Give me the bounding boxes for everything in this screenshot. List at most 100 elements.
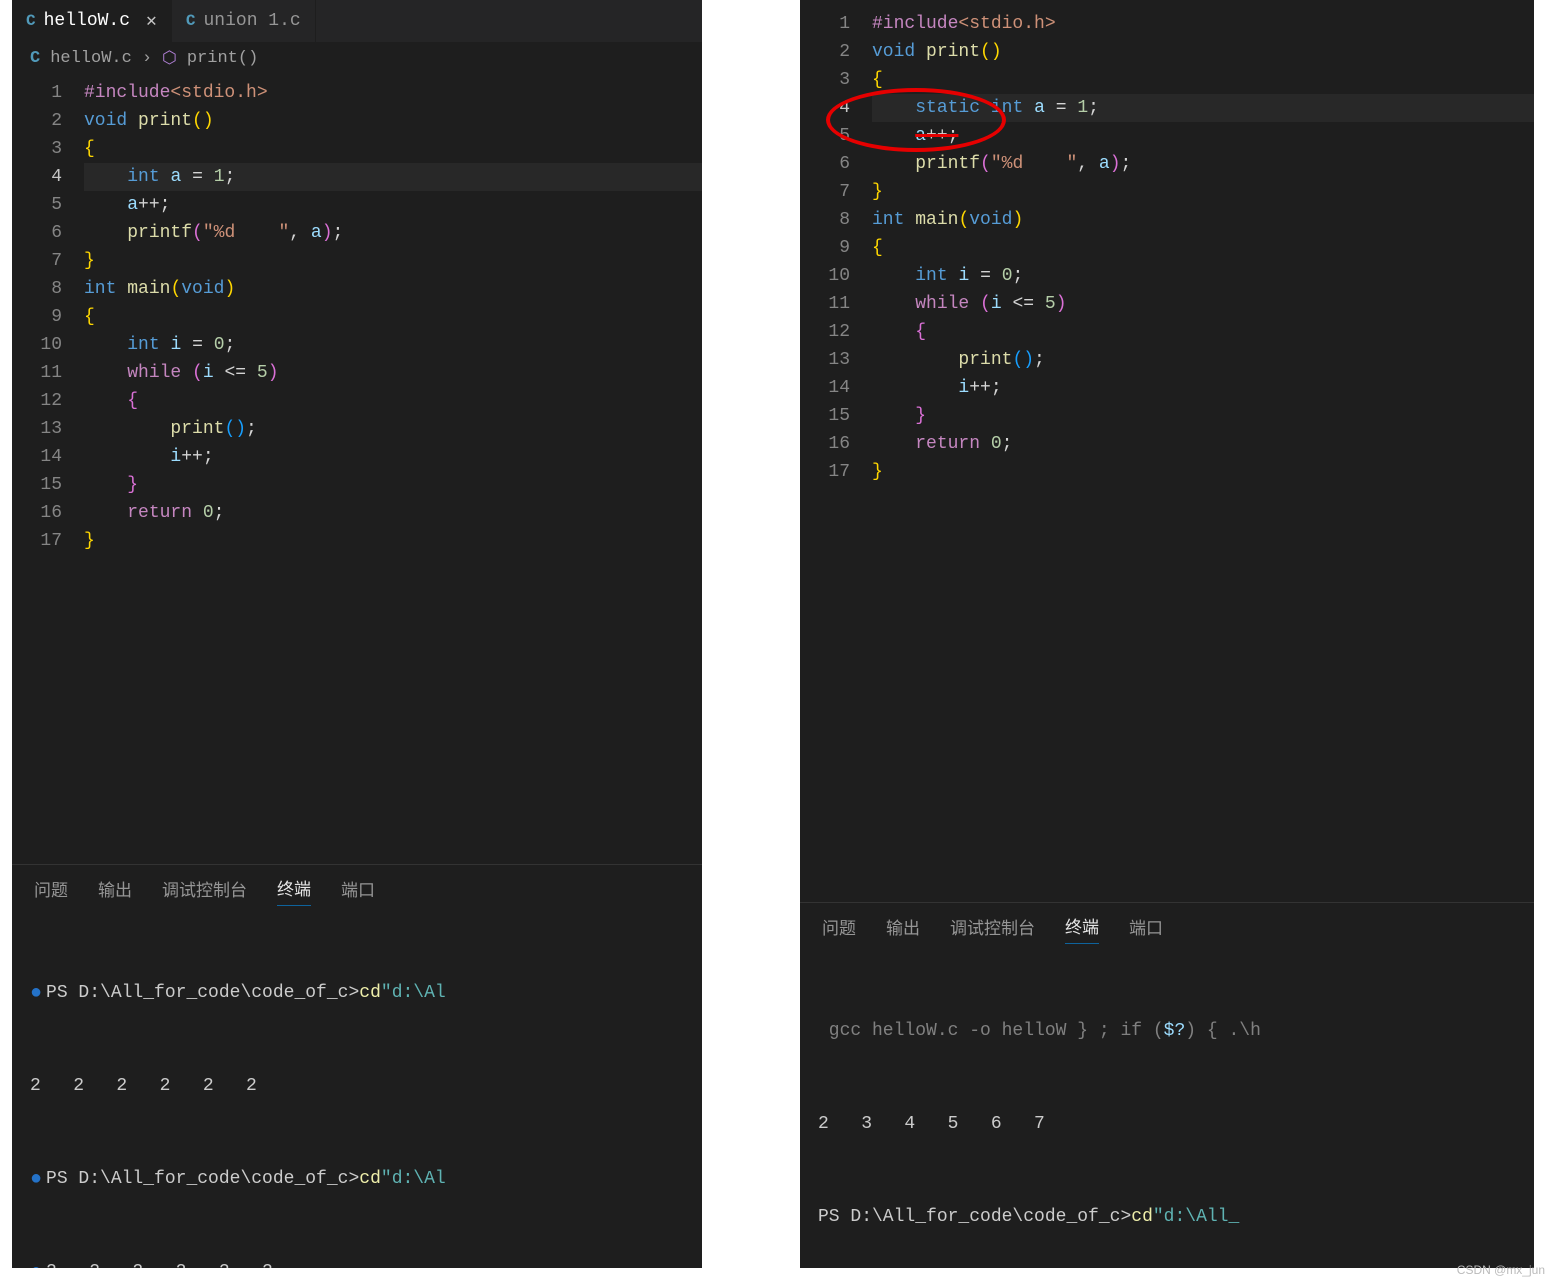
tab-union[interactable]: C union 1.c (172, 0, 316, 42)
code-line: #include<stdio.h> (84, 79, 702, 107)
code-editor[interactable]: 1 2 3 4 5 6 7 8 9 10 11 12 13 14 15 16 1… (12, 75, 702, 555)
tab-label: union 1.c (203, 11, 300, 31)
panel-tabs: 问题 输出 调试控制台 终端 端口 (12, 864, 702, 914)
line-gutter: 1 2 3 4 5 6 7 8 9 10 11 12 13 14 15 16 1… (12, 79, 84, 555)
breadcrumb-file: helloW.c (50, 49, 132, 68)
terminal-line: 2 3 4 5 6 7 (818, 1109, 1516, 1140)
code-line: while (i <= 5) (872, 290, 1534, 318)
line-number: 1 (12, 79, 62, 107)
panel-tab-debug[interactable]: 调试控制台 (162, 876, 247, 906)
code-line: printf("%d ", a); (872, 150, 1534, 178)
line-number: 17 (12, 527, 62, 555)
panel-tabs: 问题 输出 调试控制台 终端 端口 (800, 902, 1534, 952)
watermark: CSDN @mx_jun (1457, 1263, 1545, 1277)
code-line: } (84, 527, 702, 555)
code-line: void print() (872, 38, 1534, 66)
code-area[interactable]: #include<stdio.h> void print() { static … (872, 10, 1534, 486)
line-number: 13 (12, 415, 62, 443)
line-number: 3 (12, 135, 62, 163)
code-editor[interactable]: 1 2 3 4 5 6 7 8 9 10 11 12 13 14 15 16 1… (800, 0, 1534, 486)
terminal-line: ●PS D:\All_for_code\code_of_c> cd "d:\Al (30, 978, 684, 1009)
line-number: 6 (800, 150, 850, 178)
tab-hellow[interactable]: C helloW.c ✕ (12, 0, 172, 42)
code-line: { (84, 303, 702, 331)
code-line: i++; (872, 374, 1534, 402)
terminal-line: gcc helloW.c -o helloW } ; if ($?) { .\h (818, 1016, 1516, 1047)
code-line: i++; (84, 443, 702, 471)
terminal-line: 2 2 2 2 2 2 (30, 1071, 684, 1102)
panel-tab-terminal[interactable]: 终端 (1065, 913, 1099, 944)
line-number: 13 (800, 346, 850, 374)
line-number: 5 (12, 191, 62, 219)
panel-tab-debug[interactable]: 调试控制台 (950, 914, 1035, 944)
panel-tab-problems[interactable]: 问题 (822, 914, 856, 944)
terminal-line: ●2 2 2 2 2 2 (30, 1257, 684, 1268)
line-number: 11 (12, 359, 62, 387)
line-number: 5 (800, 122, 850, 150)
bullet-icon: ● (30, 984, 46, 1004)
code-line: } (872, 402, 1534, 430)
code-line: } (84, 247, 702, 275)
code-area[interactable]: #include<stdio.h> void print() { int a =… (84, 79, 702, 555)
code-line: { (872, 66, 1534, 94)
line-number: 8 (12, 275, 62, 303)
tab-bar: C helloW.c ✕ C union 1.c (12, 0, 702, 42)
panel-tab-output[interactable]: 输出 (886, 914, 920, 944)
code-line: return 0; (872, 430, 1534, 458)
line-number: 1 (800, 10, 850, 38)
editor-pane-right: 1 2 3 4 5 6 7 8 9 10 11 12 13 14 15 16 1… (800, 0, 1534, 1268)
panel-tab-problems[interactable]: 问题 (34, 876, 68, 906)
code-line: a++; (872, 122, 1534, 150)
code-line: { (872, 318, 1534, 346)
line-number: 16 (12, 499, 62, 527)
editor-pane-left: C helloW.c ✕ C union 1.c C helloW.c › ⬡ … (12, 0, 702, 1268)
line-number: 7 (12, 247, 62, 275)
line-number: 4 (800, 94, 850, 122)
code-line: { (84, 135, 702, 163)
line-number: 15 (800, 402, 850, 430)
line-number: 9 (12, 303, 62, 331)
line-number: 16 (800, 430, 850, 458)
line-number: 7 (800, 178, 850, 206)
close-icon[interactable]: ✕ (138, 10, 157, 32)
terminal-line: PS D:\All_for_code\code_of_c> cd "d:\All… (818, 1202, 1516, 1233)
code-line: int main(void) (872, 206, 1534, 234)
line-number: 10 (800, 262, 850, 290)
code-line: print(); (872, 346, 1534, 374)
c-file-icon: C (30, 49, 40, 68)
code-line: int a = 1; (84, 163, 702, 191)
code-line: } (84, 471, 702, 499)
code-line: int i = 0; (872, 262, 1534, 290)
bullet-icon: ● (30, 1263, 46, 1269)
line-number: 8 (800, 206, 850, 234)
c-file-icon: C (26, 12, 36, 30)
panel-tab-ports[interactable]: 端口 (1129, 914, 1163, 944)
code-line: void print() (84, 107, 702, 135)
panel-tab-output[interactable]: 输出 (98, 876, 132, 906)
panel-tab-terminal[interactable]: 终端 (277, 875, 311, 906)
code-line: int main(void) (84, 275, 702, 303)
line-number: 14 (800, 374, 850, 402)
code-line: { (872, 234, 1534, 262)
line-number: 4 (12, 163, 62, 191)
code-line: static int a = 1; (872, 94, 1534, 122)
breadcrumb[interactable]: C helloW.c › ⬡ print() (12, 42, 702, 75)
line-number: 17 (800, 458, 850, 486)
chevron-right-icon: › (142, 49, 152, 68)
line-number: 3 (800, 66, 850, 94)
code-line: } (872, 458, 1534, 486)
code-line: print(); (84, 415, 702, 443)
terminal-line: ●PS D:\All_for_code\code_of_c> cd "d:\Al (30, 1164, 684, 1195)
line-number: 6 (12, 219, 62, 247)
breadcrumb-symbol: print() (187, 49, 258, 68)
terminal[interactable]: ●PS D:\All_for_code\code_of_c> cd "d:\Al… (12, 912, 702, 1268)
code-line: #include<stdio.h> (872, 10, 1534, 38)
line-number: 15 (12, 471, 62, 499)
symbol-icon: ⬡ (162, 48, 177, 69)
terminal[interactable]: gcc helloW.c -o helloW } ; if ($?) { .\h… (800, 950, 1534, 1268)
panel-tab-ports[interactable]: 端口 (341, 876, 375, 906)
line-number: 2 (12, 107, 62, 135)
code-line: } (872, 178, 1534, 206)
line-gutter: 1 2 3 4 5 6 7 8 9 10 11 12 13 14 15 16 1… (800, 10, 872, 486)
line-number: 12 (12, 387, 62, 415)
